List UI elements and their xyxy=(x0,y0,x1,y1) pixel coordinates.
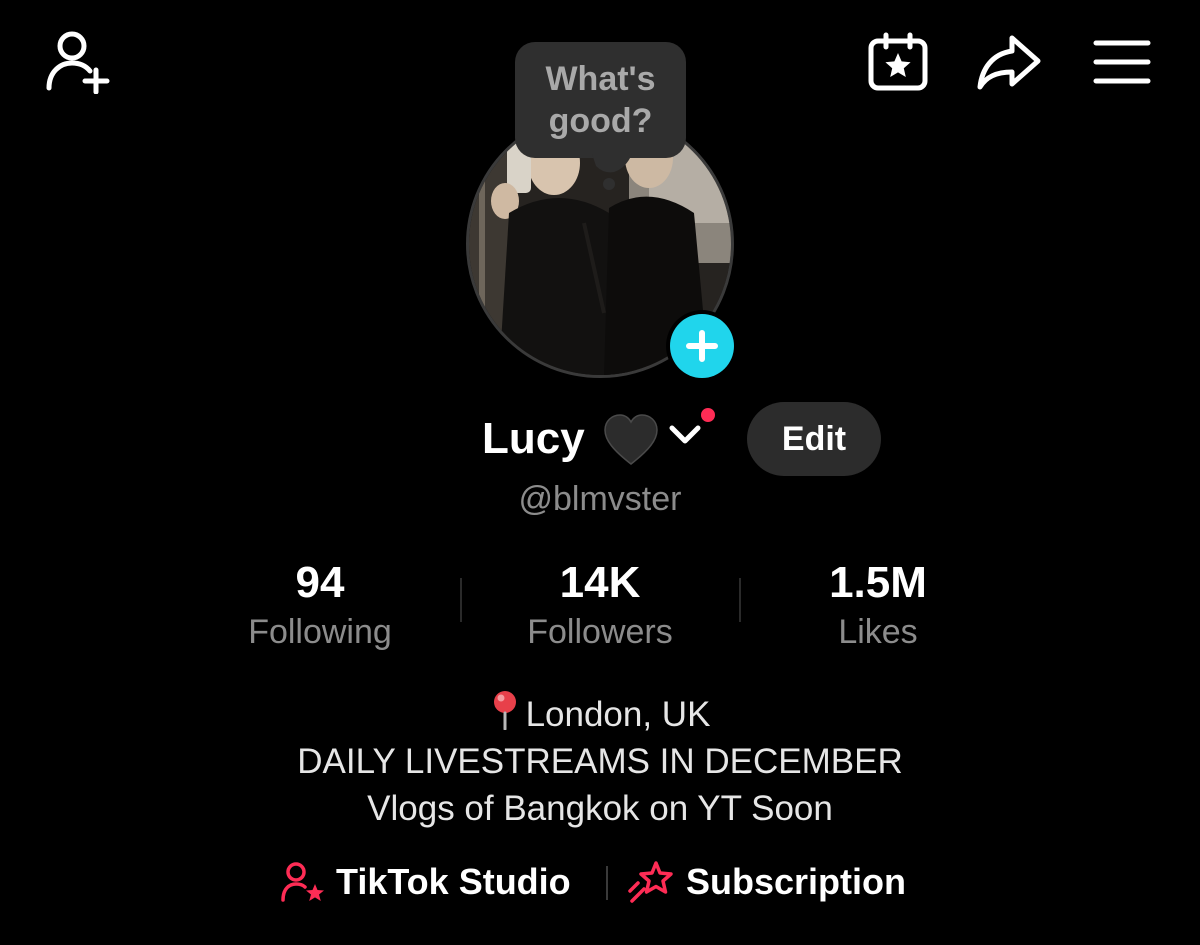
link-row: TikTok Studio Subscription xyxy=(0,856,1200,908)
stat-label: Following xyxy=(248,613,392,651)
share-arrow-icon xyxy=(977,35,1041,90)
status-bubble[interactable]: What's good? xyxy=(515,42,686,158)
add-badge-circle xyxy=(670,314,734,378)
bio-location-line: London, UK xyxy=(0,690,1200,738)
plus-icon xyxy=(686,330,718,362)
stat-value: 1.5M xyxy=(829,558,927,607)
add-friend-button[interactable] xyxy=(40,28,116,94)
display-name: Lucy xyxy=(482,414,585,463)
stat-likes[interactable]: 1.5M Likes xyxy=(738,556,1018,654)
stat-label: Followers xyxy=(527,613,673,651)
bubble-text-line2: good? xyxy=(548,102,653,140)
share-button[interactable] xyxy=(974,32,1044,92)
profile-page: What's good? Lucy Edit @blmvster 94 Foll… xyxy=(0,0,1200,945)
tiktok-studio-link[interactable]: TikTok Studio xyxy=(280,856,571,908)
hamburger-menu-icon xyxy=(1093,40,1151,84)
shooting-star-icon xyxy=(628,861,673,903)
stat-following[interactable]: 94 Following xyxy=(180,556,460,654)
stat-label: Likes xyxy=(838,613,918,651)
edit-profile-button[interactable]: Edit xyxy=(747,402,881,476)
black-heart-icon xyxy=(604,414,658,465)
bio-line-3: Vlogs of Bangkok on YT Soon xyxy=(367,789,833,828)
stat-value: 14K xyxy=(559,558,641,607)
username: @blmvster xyxy=(518,480,682,518)
tiktok-studio-label: TikTok Studio xyxy=(336,861,571,902)
calendar-button[interactable] xyxy=(866,32,930,92)
add-story-button[interactable] xyxy=(666,310,738,382)
chevron-down-icon[interactable] xyxy=(668,424,702,446)
name-row: Lucy Edit xyxy=(0,402,1200,476)
subscription-link[interactable]: Subscription xyxy=(628,856,906,908)
bubble-text-line1: What's xyxy=(545,60,656,98)
calendar-star-icon xyxy=(868,32,928,91)
person-plus-icon xyxy=(46,31,110,94)
bubble-text: What's good? xyxy=(545,58,655,142)
bio-location: London, UK xyxy=(525,695,711,734)
pushpin-icon xyxy=(493,691,516,730)
studio-person-star-icon xyxy=(281,862,324,902)
bio: London, UK DAILY LIVESTREAMS IN DECEMBER… xyxy=(0,690,1200,832)
menu-button[interactable] xyxy=(1092,36,1152,88)
bubble-tail xyxy=(592,154,632,190)
bio-line-2: DAILY LIVESTREAMS IN DECEMBER xyxy=(297,742,903,781)
notification-dot xyxy=(698,405,718,425)
link-separator xyxy=(606,866,608,900)
subscription-label: Subscription xyxy=(686,861,907,902)
stat-followers[interactable]: 14K Followers xyxy=(460,556,740,654)
stat-value: 94 xyxy=(295,558,345,607)
